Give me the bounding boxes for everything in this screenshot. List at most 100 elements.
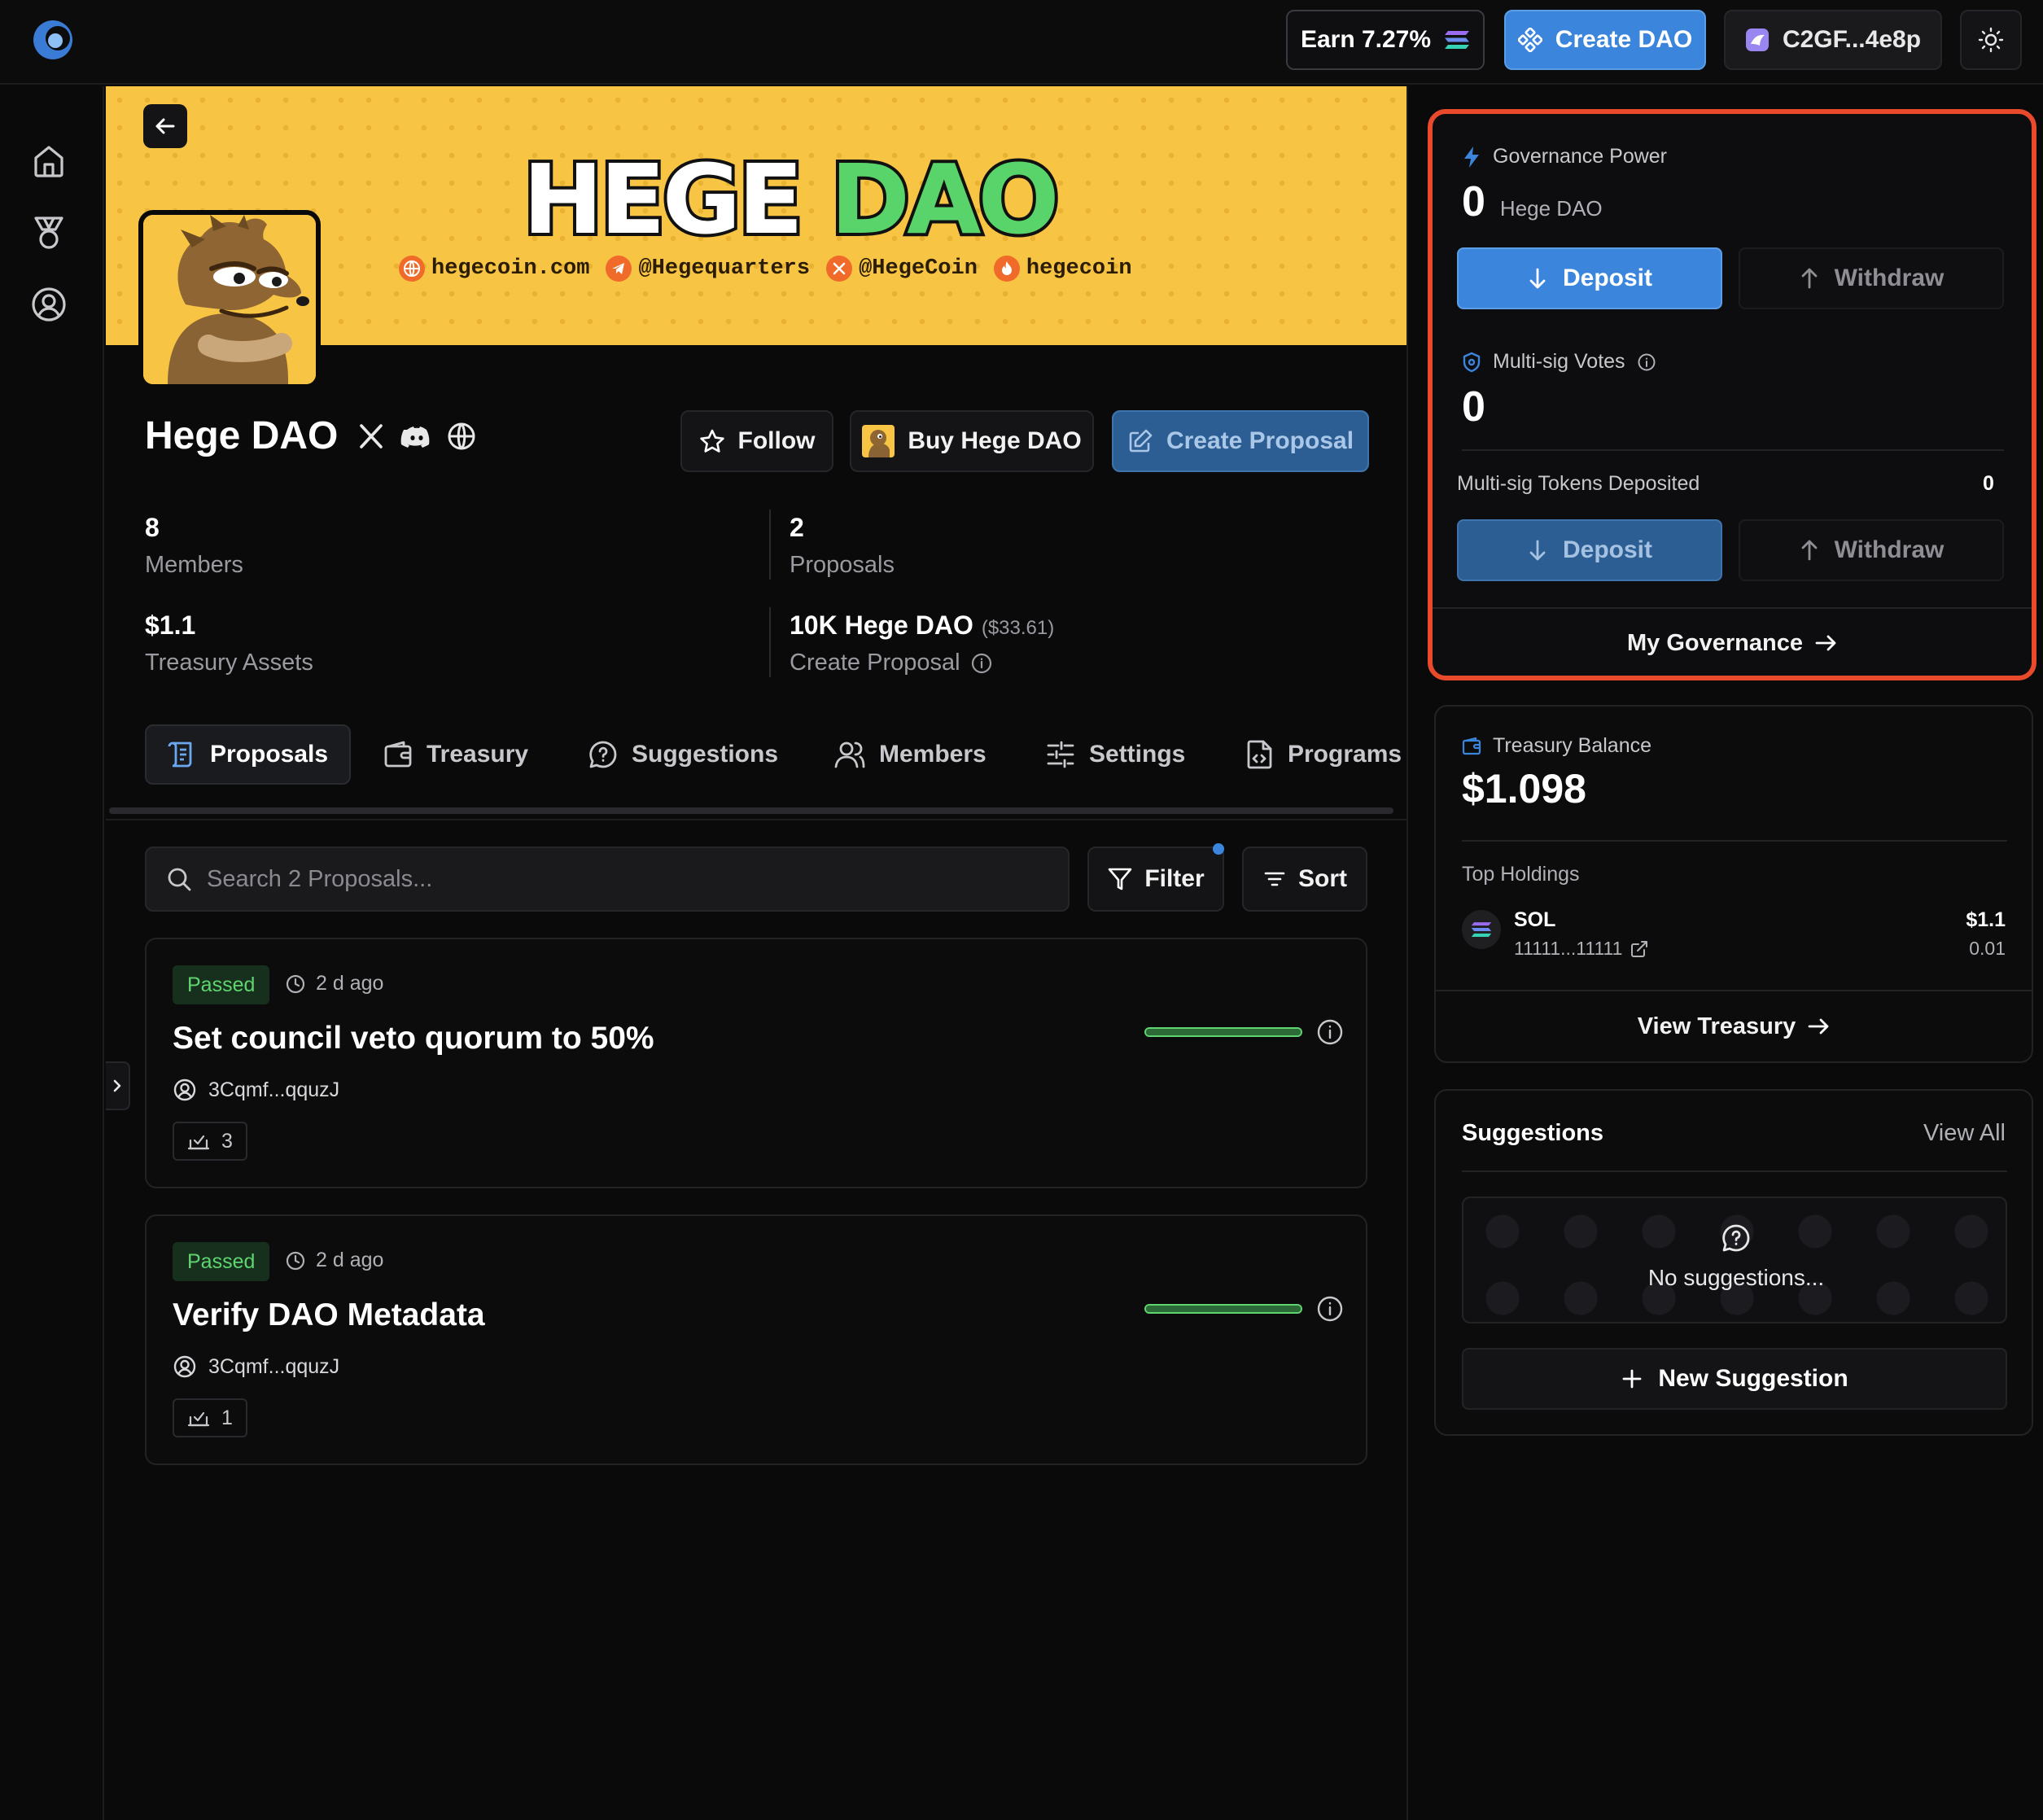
filter-icon xyxy=(1107,866,1133,892)
withdraw-button[interactable]: Withdraw xyxy=(1739,247,2004,309)
create-dao-button[interactable]: Create DAO xyxy=(1504,10,1706,70)
arrow-down-icon xyxy=(1527,267,1548,290)
wallet-small-icon xyxy=(1462,737,1481,756)
wallet-button[interactable]: C2GF...4e8p xyxy=(1724,10,1942,70)
vote-count-badge: 1 xyxy=(173,1398,247,1437)
wallet-address: C2GF...4e8p xyxy=(1782,26,1922,53)
token-avatar-icon xyxy=(862,425,895,457)
plus-icon xyxy=(1621,1367,1643,1390)
website-globe-icon[interactable] xyxy=(445,420,478,453)
filter-label: Filter xyxy=(1144,865,1205,892)
holding-address-link[interactable]: 11111...11111 xyxy=(1514,938,1648,960)
wallet-tab-icon xyxy=(383,739,413,770)
user-circle-icon xyxy=(173,1078,197,1102)
theme-toggle-button[interactable] xyxy=(1960,10,2022,70)
sidebar xyxy=(0,86,104,1820)
arrow-up-icon xyxy=(1799,539,1820,562)
expand-sidebar-button[interactable] xyxy=(106,1061,130,1110)
view-all-suggestions-link[interactable]: View All xyxy=(1923,1120,2006,1147)
info-icon[interactable] xyxy=(1315,1294,1345,1323)
my-governance-link[interactable]: My Governance xyxy=(1433,619,2032,667)
create-proposal-button[interactable]: Create Proposal xyxy=(1112,410,1369,472)
banner-link-coin: hegecoin xyxy=(993,256,1132,282)
tab-settings[interactable]: Settings xyxy=(1045,724,1185,785)
proposal-card[interactable]: Passed 2 d ago Set council veto quorum t… xyxy=(145,938,1367,1188)
tab-proposals[interactable]: Proposals xyxy=(145,724,352,785)
top-holdings-label: Top Holdings xyxy=(1462,863,1580,886)
threshold-usd: ($33.61) xyxy=(981,617,1055,639)
ballot-icon xyxy=(187,1407,210,1428)
holding-symbol: SOL xyxy=(1514,908,1556,931)
shield-icon xyxy=(1462,352,1481,373)
medal-icon[interactable] xyxy=(29,213,68,252)
dao-avatar xyxy=(138,210,321,389)
proposal-card[interactable]: Passed 2 d ago Verify DAO Metadata 3Cqmf… xyxy=(145,1214,1367,1465)
x-social-icon[interactable] xyxy=(355,420,387,453)
clock-icon xyxy=(285,973,306,995)
banner-links: hegecoin.com @Hegequarters @HegeCoin heg… xyxy=(399,256,1132,282)
banner-link-telegram: @Hegequarters xyxy=(606,256,810,282)
sol-token-icon xyxy=(1462,910,1501,949)
treasury-balance-value: $1.098 xyxy=(1462,766,1586,812)
search-proposals-field[interactable]: Search 2 Proposals... xyxy=(145,847,1070,912)
proposal-time: 2 d ago xyxy=(285,1249,383,1272)
arrow-left-icon xyxy=(152,113,178,139)
flame-icon xyxy=(993,256,1020,282)
filter-button[interactable]: Filter xyxy=(1087,847,1224,912)
buy-token-button[interactable]: Buy Hege DAO xyxy=(850,410,1094,472)
view-treasury-link[interactable]: View Treasury xyxy=(1436,1001,2032,1052)
members-label: Members xyxy=(145,552,243,578)
tab-programs[interactable]: Programs xyxy=(1245,724,1402,785)
sort-icon xyxy=(1262,867,1287,891)
question-bubble-icon xyxy=(1463,1223,2006,1253)
user-circle-icon xyxy=(173,1354,197,1379)
new-suggestion-button[interactable]: New Suggestion xyxy=(1462,1348,2007,1410)
info-icon[interactable] xyxy=(1637,352,1656,372)
earn-button[interactable]: Earn 7.27% xyxy=(1286,10,1485,70)
profile-icon[interactable] xyxy=(29,285,68,324)
arrow-right-icon xyxy=(1814,632,1837,654)
filter-active-dot xyxy=(1213,843,1224,855)
proposal-title[interactable]: Set council veto quorum to 50% xyxy=(173,1021,654,1057)
proposal-time: 2 d ago xyxy=(285,972,383,995)
deposit-button[interactable]: Deposit xyxy=(1457,247,1722,309)
create-dao-label: Create DAO xyxy=(1555,26,1693,53)
discord-icon[interactable] xyxy=(400,420,433,453)
info-icon[interactable] xyxy=(1315,1017,1345,1047)
home-icon[interactable] xyxy=(29,142,68,181)
info-icon[interactable] xyxy=(970,652,993,675)
ballot-icon xyxy=(187,1131,210,1152)
holding-usd-value: $1.1 xyxy=(1966,908,2006,931)
governance-power-label: Governance Power xyxy=(1462,145,1667,168)
tab-treasury[interactable]: Treasury xyxy=(383,724,528,785)
tabs-scrollbar[interactable] xyxy=(109,807,1393,814)
question-bubble-icon xyxy=(588,739,619,770)
star-icon xyxy=(699,428,725,454)
members-count: 8 xyxy=(145,513,160,542)
banner-link-website: hegecoin.com xyxy=(399,256,589,282)
sort-button[interactable]: Sort xyxy=(1242,847,1367,912)
proposal-author: 3Cqmf...qquzJ xyxy=(173,1354,339,1379)
app-logo-icon[interactable] xyxy=(31,18,75,62)
globe-icon xyxy=(399,256,425,282)
proposals-count: 2 xyxy=(790,513,804,542)
governance-panel: Governance Power 0 Hege DAO Deposit With… xyxy=(1428,109,2036,680)
treasury-assets-label: Treasury Assets xyxy=(145,650,313,676)
sliders-icon xyxy=(1045,739,1076,770)
tab-suggestions[interactable]: Suggestions xyxy=(588,724,778,785)
status-badge: Passed xyxy=(173,965,270,1004)
multisig-deposit-button[interactable]: Deposit xyxy=(1457,519,1722,581)
back-button[interactable] xyxy=(143,104,187,148)
tab-members[interactable]: Members xyxy=(833,724,987,785)
scroll-icon xyxy=(166,739,197,770)
follow-button[interactable]: Follow xyxy=(680,410,833,472)
suggestions-title: Suggestions xyxy=(1462,1120,1604,1146)
proposal-title[interactable]: Verify DAO Metadata xyxy=(173,1297,485,1333)
multisig-withdraw-button[interactable]: Withdraw xyxy=(1739,519,2004,581)
status-badge: Passed xyxy=(173,1242,270,1281)
arrow-down-icon xyxy=(1527,539,1548,562)
multisig-tokens-label: Multi-sig Tokens Deposited xyxy=(1457,472,1700,495)
suggestions-panel: Suggestions View All No suggestions... N… xyxy=(1434,1089,2033,1436)
banner-title-hege: HEGE xyxy=(519,143,807,256)
suggestions-empty-state: No suggestions... xyxy=(1462,1197,2007,1323)
